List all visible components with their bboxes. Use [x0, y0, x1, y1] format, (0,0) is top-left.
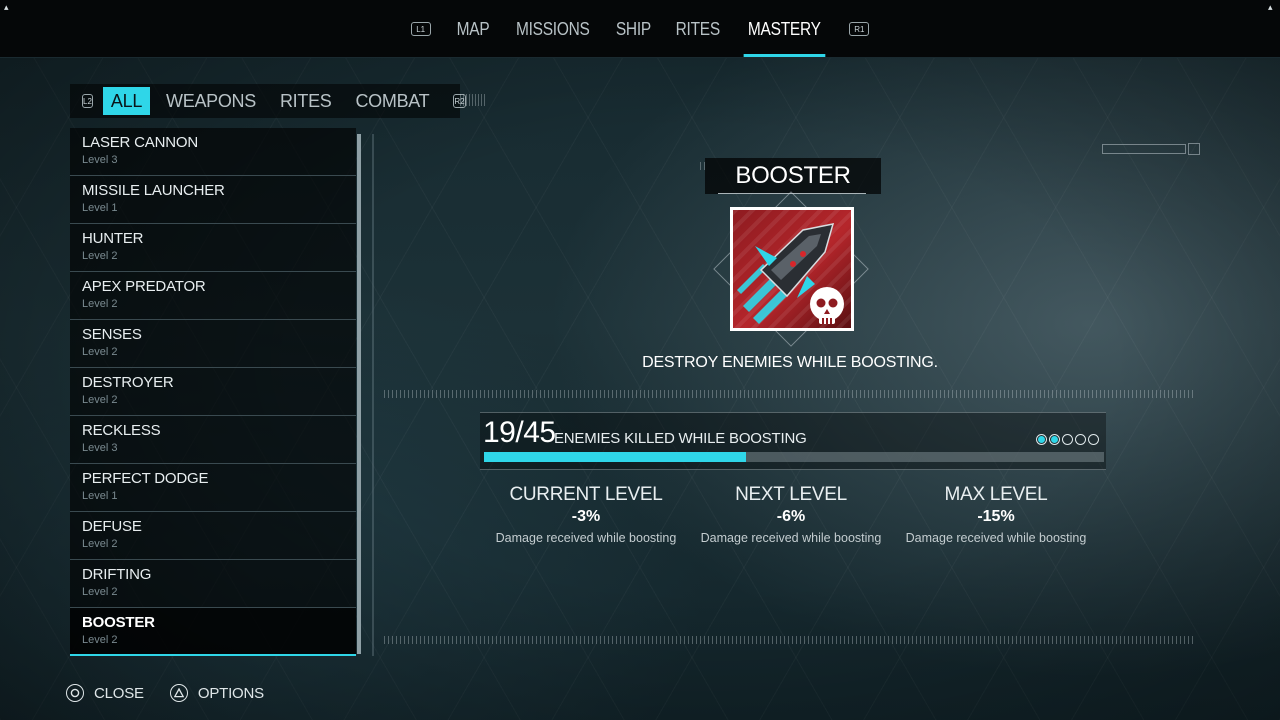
level-value: -6% [776, 508, 806, 525]
category-tab-weapons[interactable]: WEAPONS [154, 87, 268, 115]
list-item[interactable]: HUNTER Level 2 [70, 224, 356, 272]
top-navigation: L1 MAP MISSIONS SHIP RITES MASTERY R1 [0, 0, 1280, 58]
booster-badge-icon [730, 207, 854, 331]
item-name: SENSES [82, 326, 142, 343]
item-name: LASER CANNON [82, 134, 198, 151]
decorative-frame [1102, 144, 1186, 154]
tab-rites[interactable]: RITES [668, 0, 728, 58]
level-description: Damage received while boosting [700, 531, 882, 545]
next-level-column: NEXT LEVEL -6% Damage received while boo… [691, 484, 891, 545]
level-description: Damage received while boosting [495, 531, 677, 545]
item-level: Level 1 [82, 490, 118, 502]
progress-bar [484, 452, 1104, 462]
list-item[interactable]: MISSILE LAUNCHER Level 1 [70, 176, 356, 224]
list-item[interactable]: APEX PREDATOR Level 2 [70, 272, 356, 320]
skull-icon [810, 287, 844, 324]
category-tab-combat[interactable]: COMBAT [343, 87, 441, 115]
r1-button-icon[interactable]: R1 [849, 22, 870, 36]
decorative-dots [460, 94, 486, 106]
current-level-column: CURRENT LEVEL -3% Damage received while … [486, 484, 686, 545]
level-pip-empty [1075, 434, 1086, 445]
level-pip-filled [1036, 434, 1047, 445]
level-pip-empty [1062, 434, 1073, 445]
bottom-actions: CLOSE OPTIONS [66, 684, 290, 702]
item-level: Level 3 [82, 154, 118, 166]
item-level: Level 2 [82, 250, 118, 262]
list-item-selected[interactable]: BOOSTER Level 2 [70, 608, 356, 656]
progress-count: 19/45 [483, 416, 556, 449]
options-button[interactable]: OPTIONS [198, 685, 264, 702]
progress-bar-fill [484, 452, 746, 462]
item-level: Level 2 [82, 394, 118, 406]
l1-button-icon[interactable]: L1 [410, 22, 431, 36]
mastery-list: LASER CANNON Level 3 MISSILE LAUNCHER Le… [70, 128, 356, 656]
l2-button-icon[interactable]: L2 [82, 94, 93, 108]
item-level: Level 2 [82, 346, 118, 358]
category-tabs: L2 ALL WEAPONS RITES COMBAT R2 [70, 84, 466, 118]
item-name: PERFECT DODGE [82, 470, 209, 487]
level-pip-filled [1049, 434, 1060, 445]
decorative-dots [384, 390, 1196, 398]
item-level: Level 1 [82, 202, 118, 214]
item-level: Level 2 [82, 538, 118, 550]
level-description: Damage received while boosting [905, 531, 1087, 545]
tab-missions[interactable]: MISSIONS [508, 0, 597, 58]
decorative-square [1188, 143, 1200, 155]
level-value: -3% [571, 508, 601, 525]
level-heading: MAX LEVEL [944, 484, 1048, 505]
mastery-description: DESTROY ENEMIES WHILE BOOSTING. [642, 354, 938, 371]
category-tab-rites[interactable]: RITES [268, 87, 344, 115]
mastery-title: BOOSTER [735, 162, 851, 189]
scrollbar-thumb[interactable] [357, 134, 361, 654]
list-item[interactable]: DRIFTING Level 2 [70, 560, 356, 608]
item-level: Level 2 [82, 634, 118, 646]
item-name: MISSILE LAUNCHER [82, 182, 225, 199]
item-name: BOOSTER [82, 614, 155, 631]
list-item[interactable]: RECKLESS Level 3 [70, 416, 356, 464]
item-level: Level 3 [82, 442, 118, 454]
item-name: DESTROYER [82, 374, 174, 391]
level-heading: CURRENT LEVEL [509, 484, 663, 505]
list-item[interactable]: LASER CANNON Level 3 [70, 128, 356, 176]
triangle-button-icon[interactable] [169, 684, 188, 702]
panel-divider [372, 134, 374, 656]
item-name: RECKLESS [82, 422, 161, 439]
level-heading: NEXT LEVEL [735, 484, 847, 505]
level-pip-empty [1088, 434, 1099, 445]
item-name: DRIFTING [82, 566, 152, 583]
item-level: Level 2 [82, 586, 118, 598]
list-item[interactable]: PERFECT DODGE Level 1 [70, 464, 356, 512]
tab-map[interactable]: MAP [449, 0, 497, 58]
circle-button-icon[interactable] [66, 684, 84, 702]
list-scrollbar[interactable] [357, 134, 361, 654]
progress-label: ENEMIES KILLED WHILE BOOSTING [554, 430, 807, 447]
ship-icon [737, 223, 844, 324]
max-level-column: MAX LEVEL -15% Damage received while boo… [896, 484, 1096, 545]
category-tab-all[interactable]: ALL [102, 87, 151, 115]
tab-ship[interactable]: SHIP [609, 0, 660, 58]
item-name: DEFUSE [82, 518, 142, 535]
close-button[interactable]: CLOSE [94, 685, 144, 702]
level-pips [1036, 434, 1099, 445]
tab-mastery[interactable]: MASTERY [740, 0, 828, 58]
list-item[interactable]: SENSES Level 2 [70, 320, 356, 368]
decorative-dots [384, 636, 1196, 644]
item-name: HUNTER [82, 230, 144, 247]
list-item[interactable]: DESTROYER Level 2 [70, 368, 356, 416]
level-value: -15% [977, 508, 1015, 525]
item-level: Level 2 [82, 298, 118, 310]
item-name: APEX PREDATOR [82, 278, 206, 295]
list-item[interactable]: DEFUSE Level 2 [70, 512, 356, 560]
